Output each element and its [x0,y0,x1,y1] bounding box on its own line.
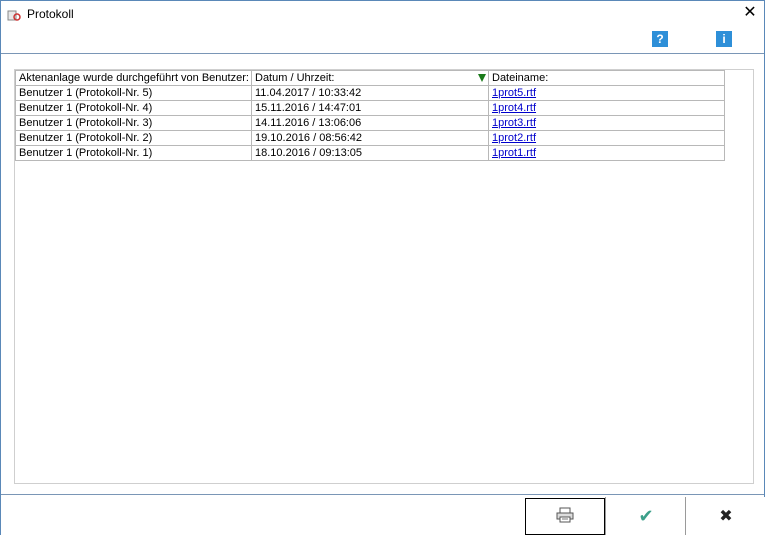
help-icon[interactable]: ? [652,31,668,47]
cell-datetime: 18.10.2016 / 09:13:05 [251,145,489,161]
cell-user: Benutzer 1 (Protokoll-Nr. 1) [15,145,252,161]
file-link[interactable]: 1prot4.rtf [492,102,536,114]
cell-filename: 1prot4.rtf [488,100,725,116]
cell-filename: 1prot2.rtf [488,130,725,146]
cell-filename: 1prot3.rtf [488,115,725,131]
table-header-row: Aktenanlage wurde durchgeführt von Benut… [15,70,725,86]
sort-descending-icon [478,74,486,82]
close-icon[interactable]: ✕ [742,5,758,21]
table-row[interactable]: Benutzer 1 (Protokoll-Nr. 5) 11.04.2017 … [15,85,725,101]
cancel-x-icon: ✖ [719,508,733,525]
cell-datetime: 11.04.2017 / 10:33:42 [251,85,489,101]
protocol-list-panel: Aktenanlage wurde durchgeführt von Benut… [14,69,754,484]
print-button[interactable] [525,498,605,535]
cell-filename: 1prot1.rtf [488,145,725,161]
table-row[interactable]: Benutzer 1 (Protokoll-Nr. 1) 18.10.2016 … [15,145,725,161]
cancel-button[interactable]: ✖ [685,497,765,535]
protocol-table: Aktenanlage wurde durchgeführt von Benut… [15,70,725,161]
ok-button[interactable]: ✔ [605,497,686,535]
cell-user: Benutzer 1 (Protokoll-Nr. 3) [15,115,252,131]
title-bar: Protokoll ✕ [1,1,764,29]
cell-filename: 1prot5.rtf [488,85,725,101]
file-link[interactable]: 1prot5.rtf [492,87,536,99]
info-icon[interactable]: i [716,31,732,47]
cell-user: Benutzer 1 (Protokoll-Nr. 4) [15,100,252,116]
column-header-datetime-label: Datum / Uhrzeit: [255,72,335,84]
file-link[interactable]: 1prot2.rtf [492,132,536,144]
column-header-user[interactable]: Aktenanlage wurde durchgeführt von Benut… [15,70,252,86]
table-row[interactable]: Benutzer 1 (Protokoll-Nr. 3) 14.11.2016 … [15,115,725,131]
table-row[interactable]: Benutzer 1 (Protokoll-Nr. 4) 15.11.2016 … [15,100,725,116]
column-header-datetime[interactable]: Datum / Uhrzeit: [251,70,489,86]
cell-user: Benutzer 1 (Protokoll-Nr. 2) [15,130,252,146]
column-header-filename[interactable]: Dateiname: [488,70,725,86]
toolbar: ? i [1,29,764,54]
table-row[interactable]: Benutzer 1 (Protokoll-Nr. 2) 19.10.2016 … [15,130,725,146]
file-link[interactable]: 1prot3.rtf [492,117,536,129]
checkmark-icon: ✔ [638,505,654,526]
protokoll-window: Protokoll ✕ ? i Aktenanlage wurde durchg… [0,0,765,535]
window-title: Protokoll [27,7,74,21]
button-bar: ✔ ✖ [1,494,765,535]
cell-datetime: 19.10.2016 / 08:56:42 [251,130,489,146]
cell-user: Benutzer 1 (Protokoll-Nr. 5) [15,85,252,101]
cell-datetime: 15.11.2016 / 14:47:01 [251,100,489,116]
printer-icon [556,507,574,526]
cell-datetime: 14.11.2016 / 13:06:06 [251,115,489,131]
file-link[interactable]: 1prot1.rtf [492,147,536,159]
protocol-app-icon [7,8,21,22]
